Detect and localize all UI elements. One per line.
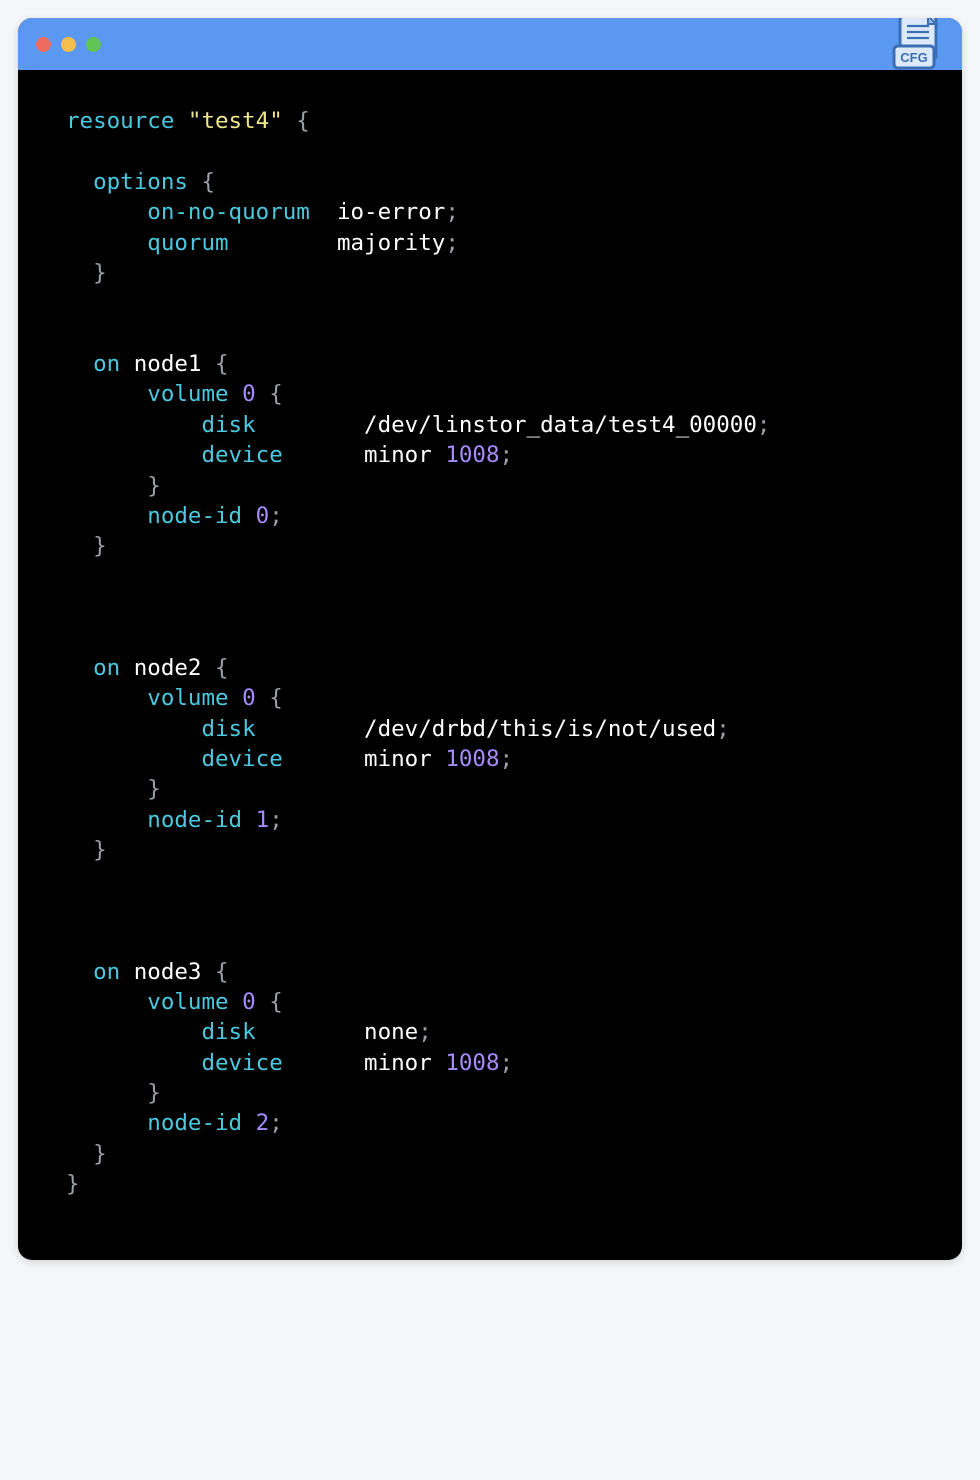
window-controls — [36, 37, 101, 52]
node3-name: node3 — [134, 959, 202, 985]
svg-text:CFG: CFG — [900, 50, 927, 65]
option-on-no-quorum-value: io-error — [337, 199, 445, 225]
code-window: CFG resource "test4" { options { on-no-q… — [18, 18, 962, 1260]
keyword-volume: volume — [147, 989, 228, 1015]
node3-disk: none — [364, 1019, 418, 1045]
keyword-disk: disk — [201, 412, 255, 438]
option-quorum-value: majority — [337, 230, 445, 256]
resource-name: "test4" — [188, 108, 283, 134]
node2-vol-idx: 0 — [242, 685, 256, 711]
keyword-node-id: node-id — [147, 807, 242, 833]
node3-id: 2 — [256, 1110, 270, 1136]
keyword-options: options — [93, 169, 188, 195]
close-icon[interactable] — [36, 37, 51, 52]
keyword-device: device — [201, 746, 282, 772]
keyword-minor: minor — [364, 1050, 432, 1076]
option-on-no-quorum: on-no-quorum — [147, 199, 310, 225]
node3-vol-idx: 0 — [242, 989, 256, 1015]
node1-minor: 1008 — [445, 442, 499, 468]
keyword-minor: minor — [364, 442, 432, 468]
keyword-volume: volume — [147, 381, 228, 407]
keyword-device: device — [201, 442, 282, 468]
keyword-on: on — [93, 959, 120, 985]
keyword-node-id: node-id — [147, 1110, 242, 1136]
keyword-volume: volume — [147, 685, 228, 711]
window-titlebar: CFG — [18, 18, 962, 70]
node2-minor: 1008 — [445, 746, 499, 772]
node2-id: 1 — [256, 807, 270, 833]
keyword-resource: resource — [66, 108, 174, 134]
keyword-disk: disk — [201, 716, 255, 742]
keyword-on: on — [93, 351, 120, 377]
keyword-disk: disk — [201, 1019, 255, 1045]
node3-minor: 1008 — [445, 1050, 499, 1076]
keyword-node-id: node-id — [147, 503, 242, 529]
code-block: resource "test4" { options { on-no-quoru… — [18, 70, 962, 1260]
keyword-on: on — [93, 655, 120, 681]
node1-id: 0 — [256, 503, 270, 529]
node1-disk: /dev/linstor_data/test4_00000 — [364, 412, 757, 438]
keyword-device: device — [201, 1050, 282, 1076]
node2-disk: /dev/drbd/this/is/not/used — [364, 716, 716, 742]
keyword-minor: minor — [364, 746, 432, 772]
node1-vol-idx: 0 — [242, 381, 256, 407]
option-quorum: quorum — [147, 230, 228, 256]
zoom-icon[interactable] — [86, 37, 101, 52]
node1-name: node1 — [134, 351, 202, 377]
minimize-icon[interactable] — [61, 37, 76, 52]
cfg-file-icon: CFG — [888, 18, 948, 88]
node2-name: node2 — [134, 655, 202, 681]
